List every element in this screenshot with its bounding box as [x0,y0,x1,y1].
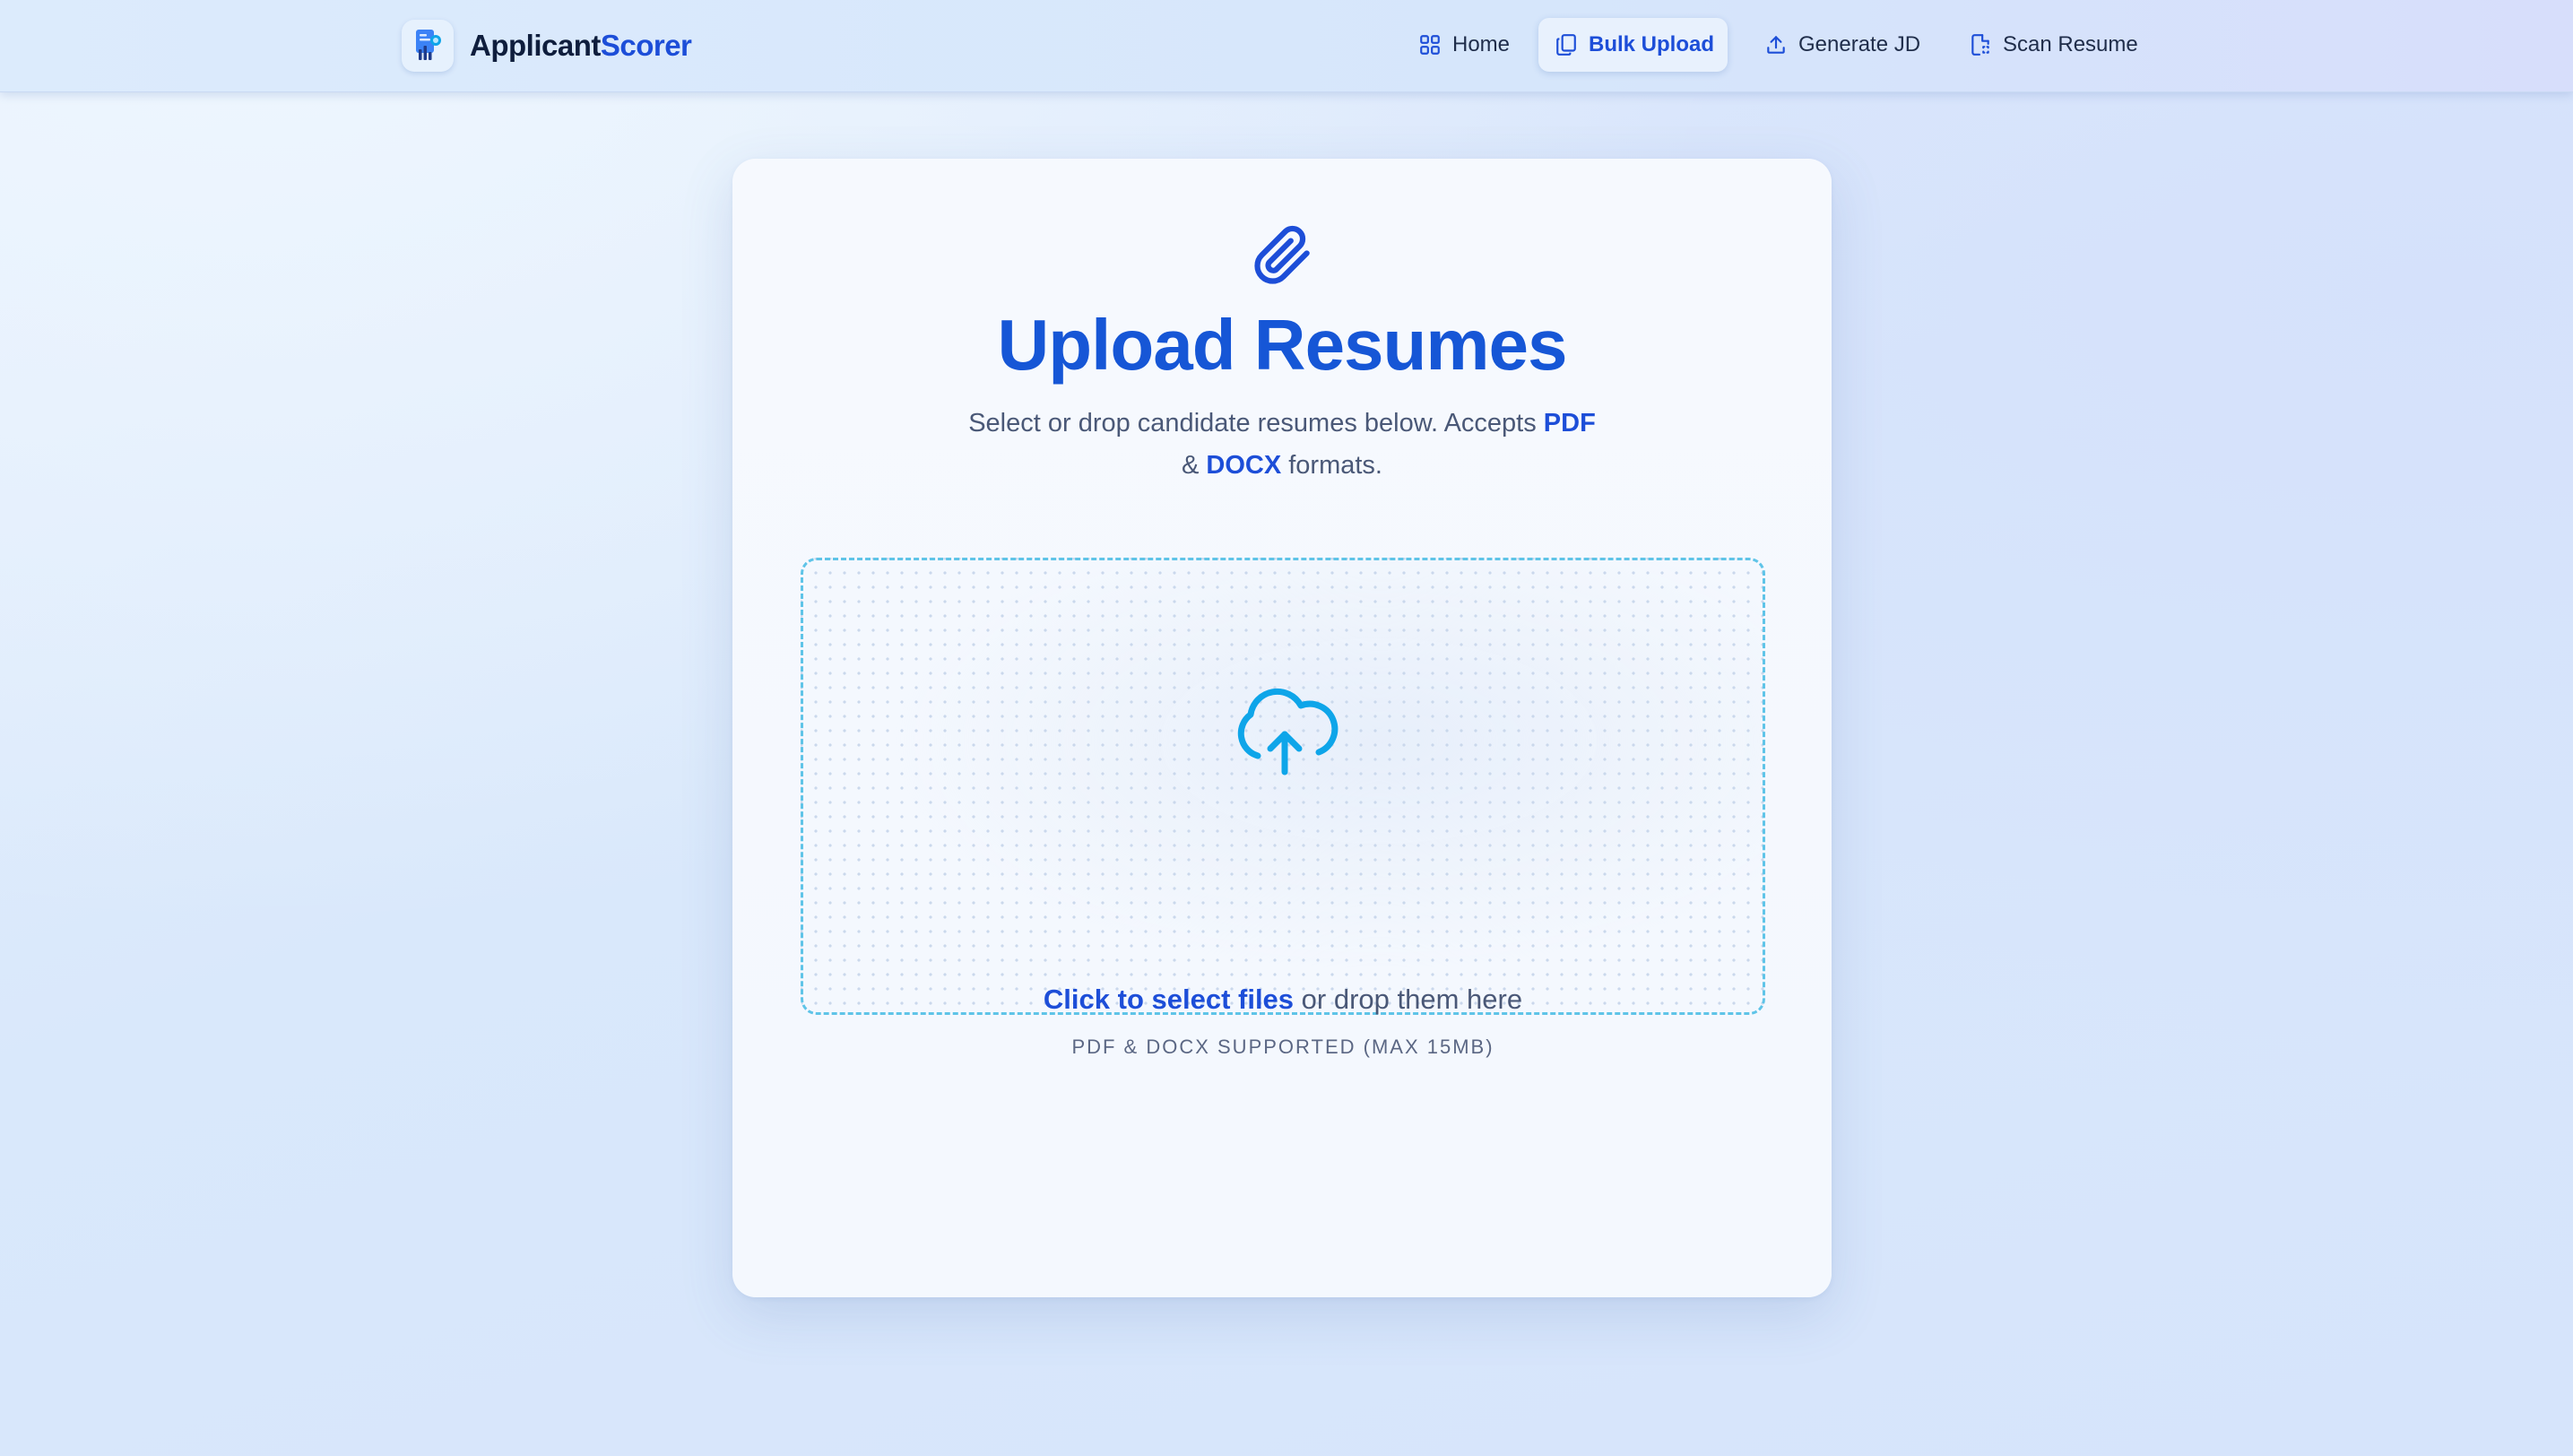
nav-generate-jd-label: Generate JD [1798,32,1921,56]
nav-bulk-upload-label: Bulk Upload [1589,32,1715,56]
brand-name-part2: Scorer [600,29,692,62]
subtitle-suffix: formats. [1281,451,1382,480]
nav-scan-resume[interactable]: Scan Resume [1954,18,2162,72]
paperclip-icon [1254,225,1310,284]
page-subtitle: Select or drop candidate resumes below. … [968,403,1596,487]
brand-name: ApplicantScorer [470,29,692,63]
nav-scan-resume-label: Scan Resume [2003,32,2138,56]
page-title: Upload Resumes [997,305,1567,385]
nav-bulk-upload[interactable]: Bulk Upload [1538,18,1728,72]
file-dropzone[interactable]: Click to select files or drop them here … [801,558,1765,1058]
brand-name-part1: Applicant [470,29,601,62]
format-docx: DOCX [1206,451,1282,480]
grid-icon [1420,35,1440,55]
copy-documents-icon [1556,34,1576,56]
scan-document-icon [1971,34,1989,56]
select-files-link[interactable]: Click to select files [1044,984,1294,1015]
nav-home[interactable]: Home [1404,18,1540,72]
resume-chart-icon [402,20,454,72]
nav-home-label: Home [1452,32,1511,56]
upload-card: Upload Resumes Select or drop candidate … [732,159,1832,1297]
upload-icon [1767,36,1785,54]
dropzone-hint: PDF & DOCX SUPPORTED (MAX 15MB) [1071,1036,1494,1058]
brand[interactable]: ApplicantScorer [402,20,692,72]
dropzone-rest-text: or drop them here [1294,984,1523,1015]
cloud-upload-icon [1237,688,1338,776]
top-navbar: ApplicantScorer Home Bulk Upload Generat… [0,0,2573,92]
format-pdf: PDF [1543,409,1596,438]
dropzone-text: Click to select files or drop them here [803,984,1763,1016]
subtitle-and: & [1181,451,1207,480]
nav-generate-jd[interactable]: Generate JD [1750,18,1949,72]
subtitle-prefix: Select or drop candidate resumes below. … [968,409,1544,438]
